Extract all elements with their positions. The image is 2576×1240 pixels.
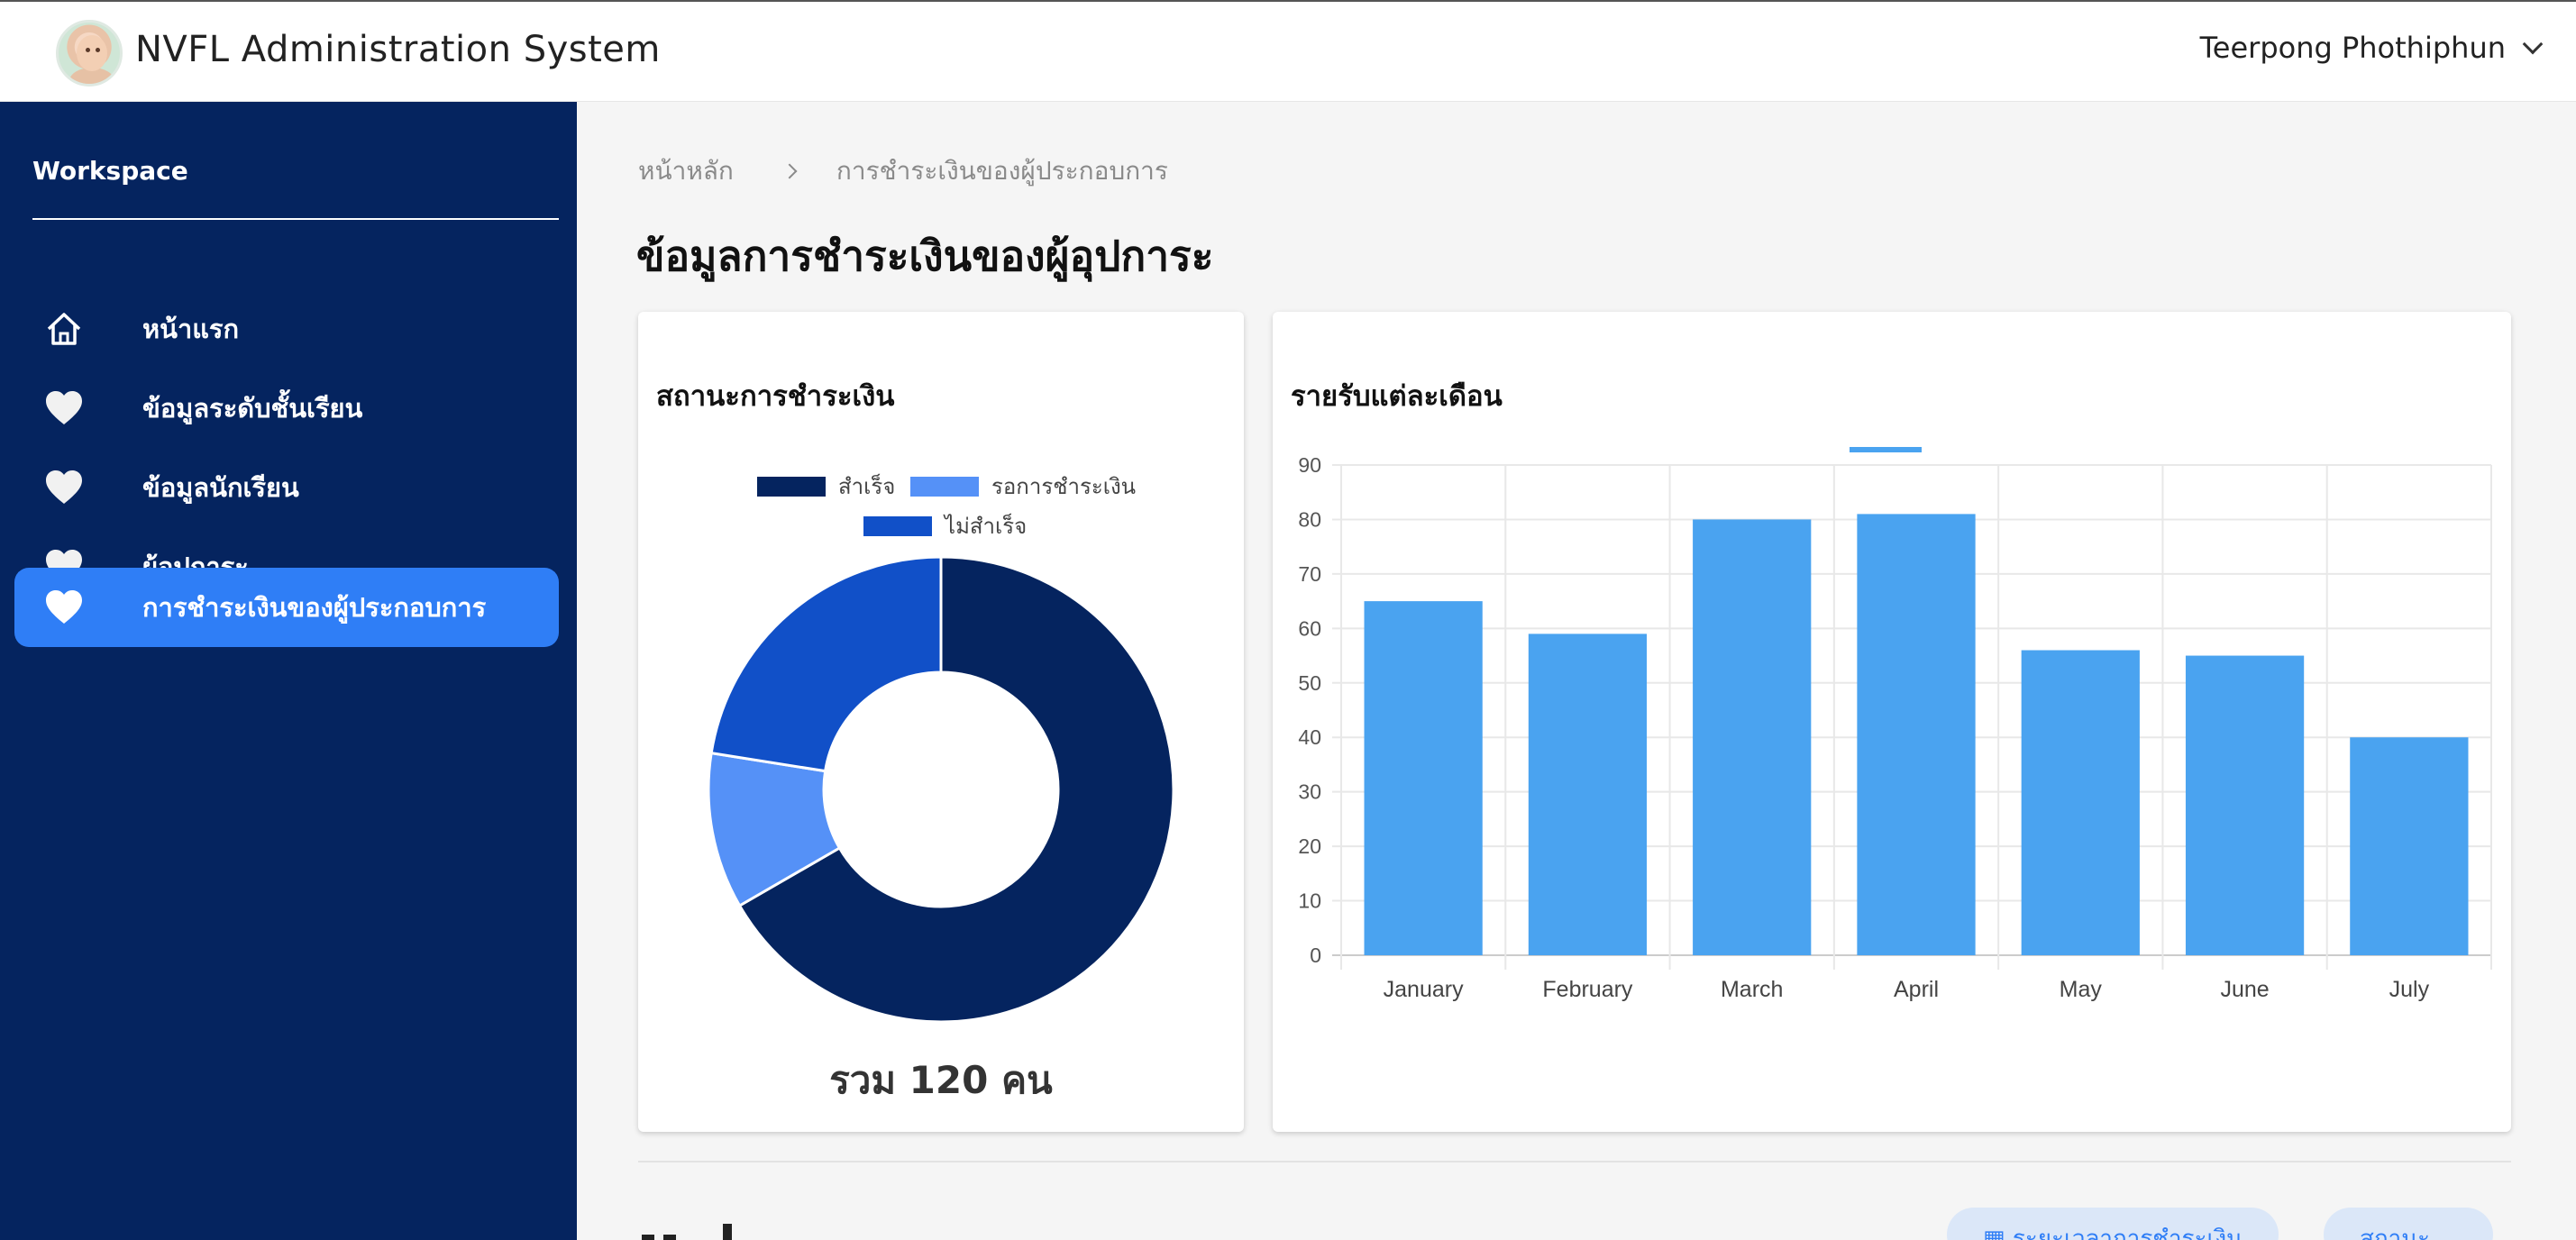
workspace-divider [32,218,559,220]
breadcrumb-current: การชำระเงินของผู้ประกอบการ [836,156,1168,186]
heart-icon [46,391,82,424]
x-tick-label: June [2220,977,2269,1002]
sidebar-item-home[interactable]: หน้าแรก [14,289,559,369]
heart-icon [46,590,82,624]
user-name: Teerpong Phothiphun [2199,31,2506,65]
sidebar: Workspace หน้าแรก ข้อมูลระดับชั้นเรียน ข… [0,102,577,1240]
y-tick-label: 60 [1298,616,1321,640]
x-tick-label: April [1894,977,1939,1002]
status-filter[interactable]: สถานะ ⌄ [2324,1208,2494,1240]
breadcrumb-home-link[interactable]: หน้าหลัก [638,151,734,191]
status-filter-label: สถานะ [2360,1226,2430,1240]
y-tick-label: 20 [1298,834,1321,858]
doughnut-chart [707,555,1175,1024]
monthly-revenue-card: รายรับแต่ละเดือน 0 10 20 30 40 50 60 70 80 90 Janu… [1273,312,2511,1132]
workspace-label: Workspace [32,156,188,186]
heart-icon [46,470,82,504]
bar-july[interactable] [2350,737,2469,955]
legend-item-failed[interactable]: ไม่สำเร็จ [863,508,1027,543]
home-icon [47,313,81,345]
legend-item-pending[interactable]: รอการชำระเงิน [910,469,1136,504]
bar-may[interactable] [2021,650,2140,955]
chevron-down-icon [2522,33,2544,55]
y-tick-label: 90 [1298,453,1321,477]
page-title: ข้อมูลการชำระเงินของผู้อุปการะ [636,232,1214,280]
monthly-revenue-title: รายรับแต่ละเดือน [1291,380,1503,413]
sidebar-item-label: ข้อมูลนักเรียน [142,472,299,503]
legend-swatch [910,476,979,497]
sidebar-item-label: การชำระเงินของผู้ประกอบการ [142,592,487,623]
top-bar: NVFL Administration System Teerpong Phot… [0,0,2576,102]
section-divider [638,1161,2511,1162]
total-count: รวม 120 คน [829,1058,1053,1102]
sidebar-item-label: ข้อมูลระดับชั้นเรียน [142,393,363,424]
x-tick-label: July [2389,977,2430,1002]
doughnut-slice[interactable] [709,555,943,773]
chevron-right-icon [781,163,798,179]
breadcrumb: หน้าหลัก การชำระเงินของผู้ประกอบการ [638,151,1168,191]
legend-item-success[interactable]: สำเร็จ [757,469,895,504]
y-tick-label: 50 [1298,671,1321,695]
user-menu[interactable]: Teerpong Phothiphun [2199,31,2544,65]
sidebar-item-students[interactable]: ข้อมูลนักเรียน [14,448,559,527]
y-tick-label: 0 [1310,944,1321,967]
payment-status-card: สถานะการชำระเงิน สำเร็จ รอการชำระเงิน ไม… [638,312,1244,1132]
bar-chart: 0 10 20 30 40 50 60 70 80 90 January February March A… [1298,447,2492,1002]
app-title: NVFL Administration System [135,29,661,70]
bar-january[interactable] [1364,601,1483,955]
y-tick-label: 70 [1298,562,1321,586]
x-tick-label: March [1721,977,1783,1002]
bar-march[interactable] [1693,519,1812,955]
legend-label: รอการชำระเงิน [991,474,1137,499]
payment-status-title: สถานะการชำระเงิน [656,380,895,413]
x-tick-label: February [1542,977,1633,1002]
sidebar-item-label: หน้าแรก [142,314,240,344]
bar-june[interactable] [2185,655,2305,955]
legend-label: ไม่สำเร็จ [945,514,1028,539]
x-tick-label: January [1384,977,1464,1002]
y-tick-label: 40 [1298,725,1321,749]
legend-swatch [863,515,932,536]
payment-period-label: ระยะเวลาการชำระเงิน [2012,1226,2243,1240]
logo-avatar [56,20,123,87]
section-heading-partial [642,1224,732,1240]
legend-swatch[interactable] [1850,447,1922,452]
sidebar-item-class-levels[interactable]: ข้อมูลระดับชั้นเรียน [14,369,559,448]
legend-swatch [757,476,826,497]
payment-period-filter[interactable]: ▦ ระยะเวลาการชำระเงิน [1947,1208,2279,1240]
sidebar-item-payments[interactable]: การชำระเงินของผู้ประกอบการ [14,568,559,647]
chevron-down-icon: ⌄ [2429,1226,2458,1240]
bar-february[interactable] [1528,634,1648,955]
legend-label: สำเร็จ [838,474,896,499]
calendar-icon: ▦ [1983,1226,2013,1240]
y-tick-label: 80 [1298,507,1321,531]
y-tick-label: 10 [1298,889,1321,913]
bar-april[interactable] [1857,514,1976,955]
x-tick-label: May [2060,977,2103,1002]
y-tick-label: 30 [1298,780,1321,804]
